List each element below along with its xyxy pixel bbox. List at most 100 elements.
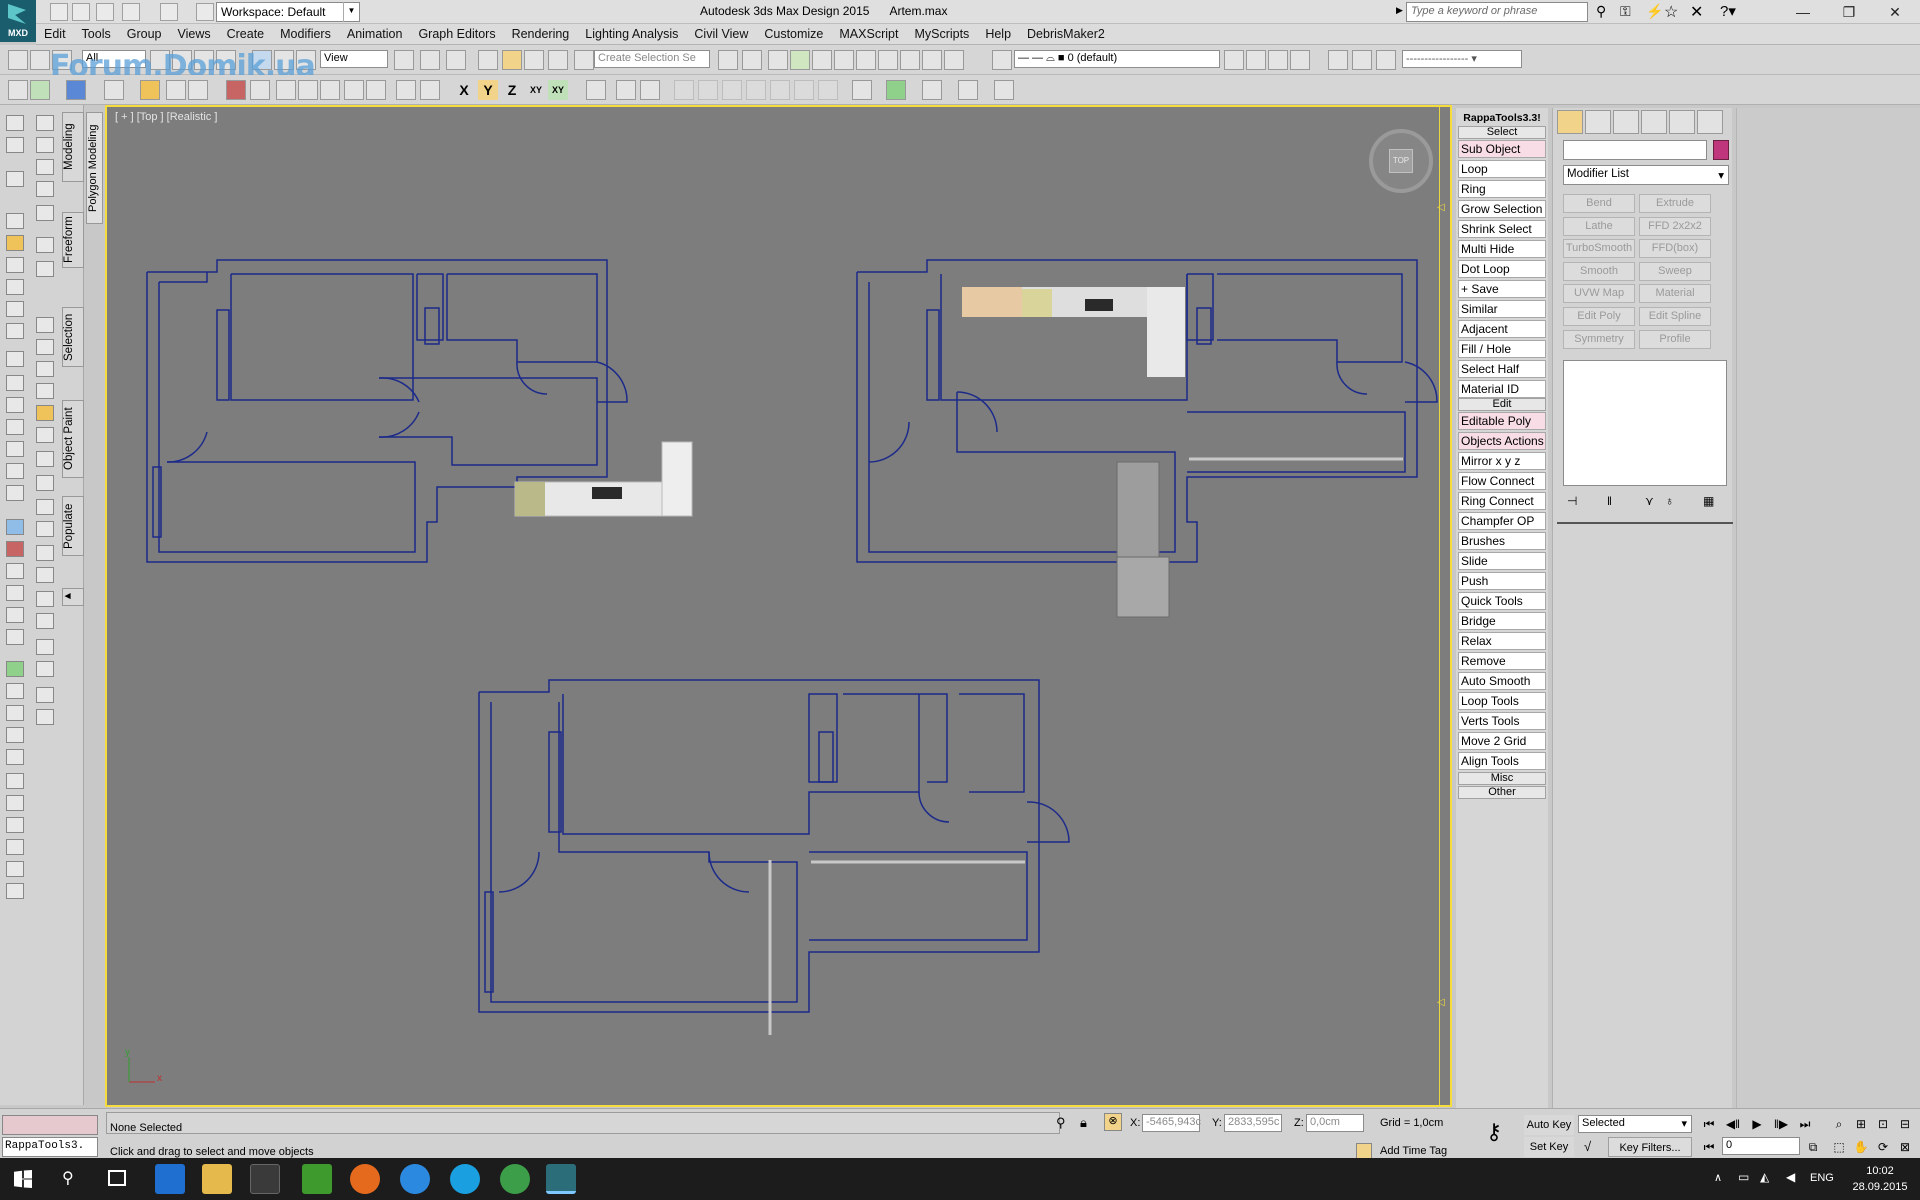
time-tag-icon[interactable] (1356, 1143, 1372, 1159)
left-tool-icon[interactable] (6, 661, 24, 677)
search-icon[interactable]: ⚲ (62, 1168, 74, 1188)
left-tool-icon[interactable] (6, 235, 24, 251)
transform-gizmo-icon[interactable] (640, 80, 660, 100)
left-tool-icon[interactable] (6, 541, 24, 557)
field-of-view-icon[interactable]: ⬚ (1830, 1139, 1848, 1155)
curve-editor-icon[interactable] (834, 50, 854, 70)
select-in-layer-icon[interactable] (1268, 50, 1288, 70)
minimize-button[interactable]: — (1780, 0, 1826, 24)
left-tool-icon[interactable] (6, 397, 24, 413)
motion-tab-icon[interactable] (1641, 110, 1667, 134)
container-icon[interactable] (8, 80, 28, 100)
left-tool-icon[interactable] (6, 115, 24, 131)
render-setup-icon[interactable] (900, 50, 920, 70)
create-tab-icon[interactable] (1557, 110, 1583, 134)
left-tool-icon[interactable] (36, 427, 54, 443)
scene-explorer-icon[interactable] (768, 50, 788, 70)
top-viewport[interactable]: [ + ] [Top ] [Realistic ] TOP ◁ ◁ x y (105, 105, 1452, 1107)
left-tool-icon[interactable] (36, 687, 54, 703)
kitchen-set-2[interactable] (962, 287, 1185, 377)
modifier-edit-poly-button[interactable]: Edit Poly (1563, 307, 1635, 326)
maximize-button[interactable]: ❐ (1826, 0, 1872, 24)
redo-icon[interactable] (160, 3, 178, 21)
modify-tab-icon[interactable] (1585, 110, 1611, 134)
make-unique-icon[interactable]: ⋎ (1645, 494, 1654, 508)
hair-tool-1-icon[interactable] (1328, 50, 1348, 70)
display-tab-icon[interactable] (1669, 110, 1695, 134)
workspace-dropdown[interactable]: Workspace: Default (216, 2, 360, 22)
left-tool-icon[interactable] (6, 279, 24, 295)
left-tool-icon[interactable] (36, 339, 54, 355)
left-tool-icon[interactable] (6, 861, 24, 877)
auto-key-button[interactable]: Auto Key (1524, 1115, 1574, 1135)
container-open-icon[interactable] (30, 80, 50, 100)
left-tool-icon[interactable] (6, 485, 24, 501)
left-tool-icon[interactable] (36, 181, 54, 197)
key-set-dropdown[interactable]: Selected ▾ (1578, 1115, 1692, 1133)
sphere-icon[interactable] (166, 80, 186, 100)
modifier-turbosmooth-button[interactable]: TurboSmooth (1563, 239, 1635, 259)
snap-tool-icon[interactable] (852, 80, 872, 100)
rappa-loop-button[interactable]: Loop (1458, 160, 1546, 178)
align-icon[interactable] (742, 50, 762, 70)
y-coord-field[interactable]: 2833,595c (1224, 1114, 1282, 1132)
left-tool-icon[interactable] (6, 301, 24, 317)
object-color-swatch[interactable] (1713, 140, 1729, 160)
hair-tool-2-icon[interactable] (1352, 50, 1372, 70)
binoculars-icon[interactable]: ⚲ (1596, 3, 1614, 21)
left-tool-icon[interactable] (36, 709, 54, 725)
menu-tools[interactable]: Tools (74, 24, 119, 41)
menu-create[interactable]: Create (219, 24, 273, 41)
left-tool-icon[interactable] (6, 883, 24, 899)
left-tool-icon[interactable] (36, 159, 54, 175)
key-mode-icon[interactable]: ⏮ (1700, 1139, 1718, 1155)
menu-views[interactable]: Views (169, 24, 218, 41)
select-manipulate-icon[interactable] (420, 50, 440, 70)
firefox-icon[interactable] (350, 1164, 380, 1194)
left-tool-icon[interactable] (36, 499, 54, 515)
modifier-ffd-2x2x2-button[interactable]: FFD 2x2x2 (1639, 216, 1711, 236)
x-coord-field[interactable]: -5465,943c (1142, 1114, 1201, 1132)
schematic-view-icon[interactable] (856, 50, 876, 70)
modifier-sweep-button[interactable]: Sweep (1639, 261, 1711, 281)
floor-plans[interactable] (107, 107, 1450, 1105)
left-tool-icon[interactable] (36, 639, 54, 655)
maximize-viewport-icon[interactable]: ⊠ (1896, 1139, 1914, 1155)
close-button[interactable]: ✕ (1872, 0, 1918, 24)
close-x-icon[interactable]: ✕ (1690, 2, 1708, 22)
rappa-objects-actions-button[interactable]: Objects Actions (1458, 432, 1546, 450)
left-tool-icon[interactable] (36, 383, 54, 399)
angle-snap-icon[interactable] (502, 50, 522, 70)
box-icon[interactable] (140, 80, 160, 100)
left-tool-icon[interactable] (6, 519, 24, 535)
object-name-input[interactable] (1563, 140, 1707, 160)
project-folder-icon[interactable] (196, 3, 214, 21)
app-logo[interactable]: MXD (0, 0, 36, 42)
left-tool-icon[interactable] (6, 213, 24, 229)
left-tool-icon[interactable] (6, 463, 24, 479)
undo-icon[interactable] (122, 3, 140, 21)
time-config-icon[interactable]: ⧉ (1804, 1139, 1822, 1155)
rappa-bridge-button[interactable]: Bridge (1458, 612, 1546, 630)
gr-icon[interactable] (674, 80, 694, 100)
hair-tool-3-icon[interactable] (1376, 50, 1396, 70)
language-indicator[interactable]: ENG (1810, 1172, 1834, 1184)
menu-edit[interactable]: Edit (36, 24, 74, 41)
menu-debrismaker2[interactable]: DebrisMaker2 (1019, 24, 1113, 41)
left-tool-icon[interactable] (6, 171, 24, 187)
lock-icon[interactable]: 🔒︎ (1080, 1115, 1087, 1131)
left-tool-icon[interactable] (6, 727, 24, 743)
script-6-icon[interactable] (344, 80, 364, 100)
rappa-adjacent-button[interactable]: Adjacent (1458, 320, 1546, 338)
left-tool-icon[interactable] (36, 137, 54, 153)
star-icon[interactable]: ☆ (1664, 2, 1684, 22)
script-1-icon[interactable] (226, 80, 246, 100)
curve-icon[interactable]: √ (1584, 1139, 1591, 1154)
menu-rendering[interactable]: Rendering (504, 24, 578, 41)
isolate-icon[interactable]: ⚲ (1056, 1115, 1066, 1131)
maxscript-listener[interactable] (2, 1115, 98, 1135)
edge-icon[interactable] (155, 1164, 185, 1194)
menu-modifiers[interactable]: Modifiers (272, 24, 339, 41)
add-time-tag[interactable]: Add Time Tag (1380, 1145, 1447, 1157)
zoom-extents-icon[interactable]: ⊡ (1874, 1116, 1892, 1132)
